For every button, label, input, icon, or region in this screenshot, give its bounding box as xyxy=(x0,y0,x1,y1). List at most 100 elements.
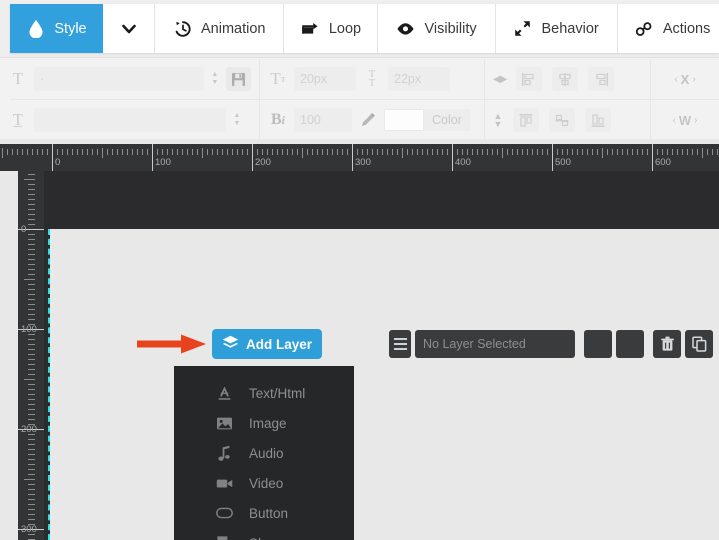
opacity-input[interactable] xyxy=(294,108,352,132)
ruler-tick xyxy=(602,148,603,158)
tab-actions[interactable]: Actions xyxy=(617,4,719,53)
ruler-tick xyxy=(387,149,388,155)
expand-arrows-icon xyxy=(513,19,532,38)
vertical-arrows-icon[interactable]: ▲ ▼ xyxy=(493,112,503,129)
tab-style-label: Style xyxy=(54,20,87,37)
design-canvas[interactable] xyxy=(50,229,719,540)
text-font-icon: T xyxy=(12,69,24,88)
pencil-icon[interactable] xyxy=(358,112,378,128)
ruler-tick xyxy=(677,149,678,155)
ruler-tick xyxy=(312,149,313,155)
ruler-tick xyxy=(622,149,623,155)
tab-style[interactable]: Style xyxy=(10,4,103,53)
align-top-icon[interactable] xyxy=(513,108,539,132)
ruler-tick xyxy=(542,149,543,155)
tab-loop[interactable]: Loop xyxy=(284,4,379,53)
add-layer-button[interactable]: Add Layer xyxy=(212,329,322,359)
font-style-input[interactable] xyxy=(34,108,226,132)
ruler-tick xyxy=(28,519,35,520)
trash-icon[interactable] xyxy=(653,330,681,358)
ruler-tick xyxy=(177,149,178,155)
ruler-tick xyxy=(467,149,468,155)
ruler-tick xyxy=(28,314,35,315)
ruler-tick xyxy=(7,149,8,155)
floppy-save-icon[interactable] xyxy=(225,67,251,91)
ruler-tick xyxy=(567,149,568,155)
image-icon xyxy=(216,415,233,432)
hamburger-menu-icon[interactable] xyxy=(389,330,411,358)
line-height-input[interactable] xyxy=(388,67,450,91)
menu-item-label: Text/Html xyxy=(249,385,306,401)
align-center-icon[interactable] xyxy=(552,67,579,91)
align-left-icon[interactable] xyxy=(516,67,543,91)
ruler-tick xyxy=(28,174,35,175)
ruler-tick xyxy=(327,149,328,155)
ruler-tick xyxy=(502,148,503,158)
layer-action-button-1[interactable] xyxy=(584,330,612,358)
copy-icon[interactable] xyxy=(685,330,713,358)
ruler-tick xyxy=(28,399,35,400)
music-note-icon xyxy=(216,445,233,462)
tab-animation[interactable]: Animation xyxy=(155,4,285,53)
ruler-tick xyxy=(687,149,688,155)
tab-behavior[interactable]: Behavior xyxy=(495,4,618,53)
ruler-tick xyxy=(267,149,268,155)
ruler-tick xyxy=(28,394,35,395)
align-bottom-icon[interactable] xyxy=(585,108,611,132)
menu-item-video[interactable]: Video xyxy=(174,468,354,498)
ruler-tick xyxy=(522,149,523,155)
align-middle-icon[interactable] xyxy=(549,108,575,132)
ruler-tick xyxy=(157,149,158,155)
align-right-icon[interactable] xyxy=(588,67,615,91)
vertical-ruler[interactable]: 0 100 200 300 xyxy=(18,171,44,540)
ruler-tick xyxy=(28,224,35,225)
menu-item-button[interactable]: Button xyxy=(174,498,354,528)
ruler-tick xyxy=(442,149,443,155)
property-toolbar-row-1: T ▲▼ Tт TT ◀▶ xyxy=(0,59,719,99)
ruler-tick xyxy=(252,144,253,171)
ruler-tick xyxy=(432,149,433,155)
ruler-label-h: 300 xyxy=(355,157,371,168)
add-layer-dropdown-menu[interactable]: Text/HtmlImageAudioVideoButtonShapeObjec… xyxy=(174,366,354,540)
shape-icon xyxy=(216,535,233,540)
menu-item-label: Image xyxy=(249,415,287,431)
horizontal-arrows-icon[interactable]: ◀▶ xyxy=(493,74,507,85)
ruler-tick xyxy=(162,149,163,155)
tab-style-dropdown-toggle[interactable] xyxy=(103,4,155,53)
ruler-tick xyxy=(487,149,488,155)
chevron-right-icon: › xyxy=(694,114,698,126)
ruler-tick xyxy=(28,294,35,295)
w-size-field[interactable]: ‹ W › xyxy=(673,113,698,128)
ruler-tick xyxy=(362,149,363,155)
ruler-tick xyxy=(137,149,138,155)
ruler-tick xyxy=(667,149,668,155)
tab-loop-label: Loop xyxy=(328,20,362,37)
ruler-tick xyxy=(28,364,35,365)
color-picker[interactable]: Color xyxy=(384,109,470,131)
bold-italic-icon: Bi xyxy=(270,111,285,128)
x-position-group: ‹ X › xyxy=(651,59,719,99)
font-style-stepper[interactable]: ▲ ▼ xyxy=(232,112,242,127)
ruler-tick xyxy=(147,149,148,155)
ruler-tick xyxy=(28,209,35,210)
menu-item-image[interactable]: Image xyxy=(174,408,354,438)
horizontal-ruler[interactable]: 0 100 200 300 400 500 600 xyxy=(0,144,719,171)
tab-visibility[interactable]: Visibility xyxy=(378,4,496,53)
layer-action-button-2[interactable] xyxy=(616,330,644,358)
editor-area: 0 100 200 300 400 500 600 0 100 200 300 Add Layer xyxy=(0,139,719,540)
font-family-input[interactable] xyxy=(34,67,204,91)
ruler-tick xyxy=(482,149,483,155)
ruler-tick xyxy=(28,354,35,355)
layer-name-input[interactable] xyxy=(415,330,575,358)
font-family-stepper[interactable]: ▲ ▼ xyxy=(210,71,220,86)
menu-item-audio[interactable]: Audio xyxy=(174,438,354,468)
ruler-tick xyxy=(182,149,183,155)
menu-item-shape[interactable]: Shape xyxy=(174,528,354,540)
menu-item-text-html[interactable]: Text/Html xyxy=(174,378,354,408)
font-size-input[interactable] xyxy=(294,67,356,91)
ruler-tick xyxy=(28,419,35,420)
x-position-field[interactable]: ‹ X › xyxy=(674,72,695,87)
ruler-tick xyxy=(302,148,303,158)
ruler-tick xyxy=(28,494,35,495)
ruler-tick xyxy=(207,149,208,155)
